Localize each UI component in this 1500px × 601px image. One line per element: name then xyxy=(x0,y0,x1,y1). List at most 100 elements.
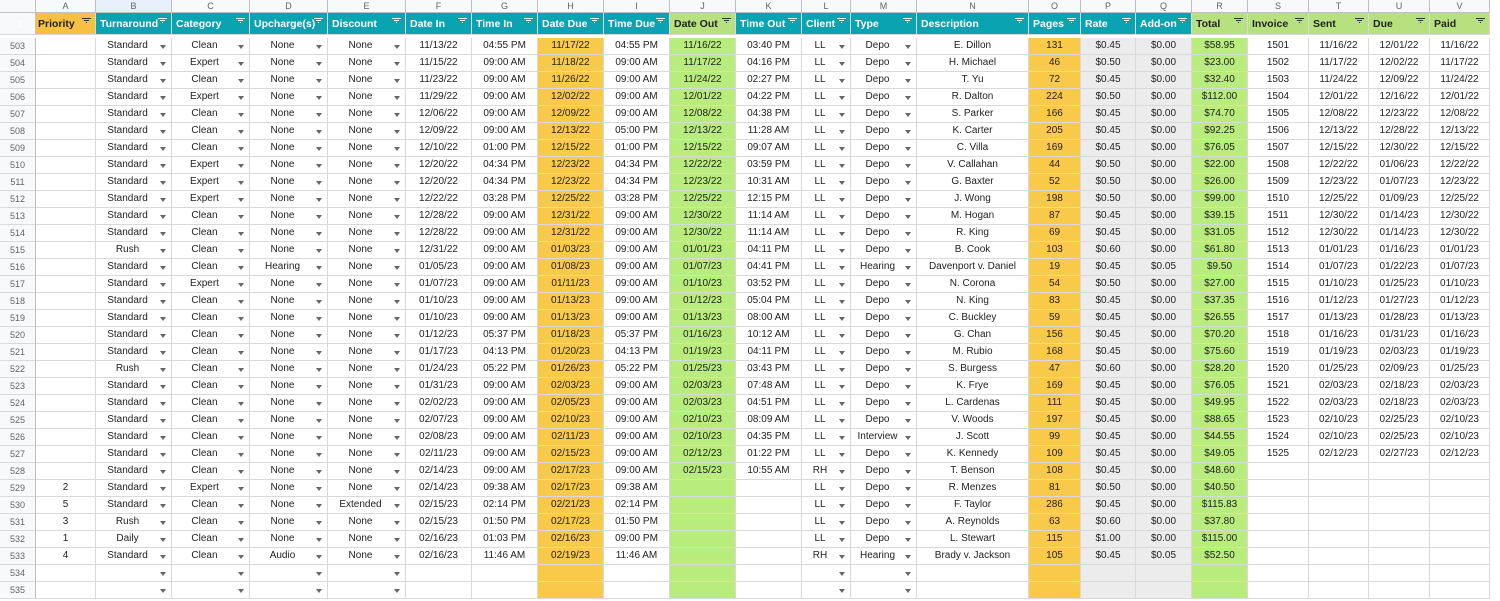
cell-add-on[interactable]: $0.00 xyxy=(1136,293,1192,310)
cell-invoice[interactable]: 1521 xyxy=(1248,378,1309,395)
cell-time-due[interactable]: 09:00 AM xyxy=(604,395,670,412)
cell-time-in[interactable]: 09:00 AM xyxy=(472,72,538,89)
cell-turnaround[interactable]: Standard xyxy=(96,191,172,208)
cell-time-out[interactable]: 11:28 AM xyxy=(736,123,802,140)
cell-time-due[interactable]: 09:00 AM xyxy=(604,72,670,89)
cell-time-out[interactable]: 03:52 PM xyxy=(736,276,802,293)
cell-time-due[interactable]: 09:00 AM xyxy=(604,276,670,293)
chevron-down-icon[interactable] xyxy=(394,113,400,117)
filter-icon[interactable] xyxy=(82,18,91,25)
cell-priority[interactable] xyxy=(36,89,96,106)
cell-total[interactable]: $32.40 xyxy=(1192,72,1248,89)
chevron-down-icon[interactable] xyxy=(394,419,400,423)
chevron-down-icon[interactable] xyxy=(905,300,911,304)
cell-paid[interactable]: 01/16/23 xyxy=(1430,327,1490,344)
cell-upcharge-s[interactable]: None xyxy=(250,276,328,293)
cell-due[interactable] xyxy=(1369,565,1430,582)
cell-rate[interactable]: $1.00 xyxy=(1081,531,1136,548)
cell-paid[interactable]: 02/03/23 xyxy=(1430,395,1490,412)
cell-add-on[interactable]: $0.00 xyxy=(1136,412,1192,429)
cell-invoice[interactable]: 1508 xyxy=(1248,157,1309,174)
cell-date-due[interactable]: 12/09/22 xyxy=(538,106,604,123)
cell-category[interactable]: Clean xyxy=(172,106,250,123)
cell-upcharge-s[interactable]: None xyxy=(250,412,328,429)
cell-time-out[interactable] xyxy=(736,531,802,548)
cell-time-due[interactable]: 09:00 AM xyxy=(604,89,670,106)
cell-time-out[interactable]: 04:11 PM xyxy=(736,344,802,361)
cell-total[interactable]: $52.50 xyxy=(1192,548,1248,565)
cell-date-out[interactable] xyxy=(670,514,736,531)
row-number-1[interactable]: 1 xyxy=(0,13,36,35)
header-discount[interactable]: Discount xyxy=(328,13,406,35)
cell-date-in[interactable] xyxy=(406,565,472,582)
cell-rate[interactable]: $0.50 xyxy=(1081,55,1136,72)
cell-total[interactable]: $44.55 xyxy=(1192,429,1248,446)
cell-paid[interactable]: 11/24/22 xyxy=(1430,72,1490,89)
cell-type[interactable]: Depo xyxy=(851,38,917,55)
cell-total[interactable]: $39.15 xyxy=(1192,208,1248,225)
cell-time-out[interactable]: 04:38 PM xyxy=(736,106,802,123)
cell-rate[interactable]: $0.45 xyxy=(1081,225,1136,242)
chevron-down-icon[interactable] xyxy=(160,453,166,457)
header-add-on[interactable]: Add-on xyxy=(1136,13,1192,35)
cell-category[interactable] xyxy=(172,565,250,582)
cell-invoice[interactable] xyxy=(1248,548,1309,565)
cell-upcharge-s[interactable]: None xyxy=(250,429,328,446)
chevron-down-icon[interactable] xyxy=(160,62,166,66)
cell-date-out[interactable]: 02/15/23 xyxy=(670,463,736,480)
cell-priority[interactable] xyxy=(36,106,96,123)
chevron-down-icon[interactable] xyxy=(905,504,911,508)
chevron-down-icon[interactable] xyxy=(905,62,911,66)
cell-category[interactable]: Expert xyxy=(172,55,250,72)
cell-total[interactable]: $28.20 xyxy=(1192,361,1248,378)
cell-turnaround[interactable]: Rush xyxy=(96,242,172,259)
cell-discount[interactable]: None xyxy=(328,548,406,565)
row-number[interactable]: 528 xyxy=(0,463,36,480)
cell-invoice[interactable] xyxy=(1248,480,1309,497)
chevron-down-icon[interactable] xyxy=(839,453,845,457)
cell-date-out[interactable]: 01/10/23 xyxy=(670,276,736,293)
cell-time-in[interactable] xyxy=(472,565,538,582)
cell-sent[interactable]: 02/10/23 xyxy=(1309,429,1369,446)
cell-priority[interactable] xyxy=(36,310,96,327)
cell-paid[interactable]: 12/15/22 xyxy=(1430,140,1490,157)
cell-invoice[interactable]: 1520 xyxy=(1248,361,1309,378)
filter-icon[interactable] xyxy=(1295,18,1304,25)
cell-paid[interactable]: 02/10/23 xyxy=(1430,412,1490,429)
cell-client[interactable]: LL xyxy=(802,191,851,208)
filter-icon[interactable] xyxy=(1234,18,1243,25)
cell-time-out[interactable] xyxy=(736,514,802,531)
cell-type[interactable]: Depo xyxy=(851,174,917,191)
cell-time-out[interactable]: 10:31 AM xyxy=(736,174,802,191)
cell-time-due[interactable]: 04:34 PM xyxy=(604,174,670,191)
header-pages[interactable]: Pages xyxy=(1029,13,1081,35)
cell-paid[interactable]: 01/12/23 xyxy=(1430,293,1490,310)
chevron-down-icon[interactable] xyxy=(238,181,244,185)
cell-add-on[interactable]: $0.00 xyxy=(1136,480,1192,497)
row-number[interactable]: 515 xyxy=(0,242,36,259)
chevron-down-icon[interactable] xyxy=(905,164,911,168)
cell-date-out[interactable]: 01/07/23 xyxy=(670,259,736,276)
chevron-down-icon[interactable] xyxy=(160,45,166,49)
cell-due[interactable]: 01/07/23 xyxy=(1369,174,1430,191)
chevron-down-icon[interactable] xyxy=(394,96,400,100)
cell-discount[interactable]: None xyxy=(328,106,406,123)
cell-category[interactable]: Clean xyxy=(172,514,250,531)
cell-client[interactable]: LL xyxy=(802,293,851,310)
chevron-down-icon[interactable] xyxy=(238,62,244,66)
chevron-down-icon[interactable] xyxy=(238,45,244,49)
cell-rate[interactable]: $0.45 xyxy=(1081,429,1136,446)
cell-type[interactable]: Depo xyxy=(851,344,917,361)
header-sent[interactable]: Sent xyxy=(1309,13,1369,35)
row-number[interactable]: 532 xyxy=(0,531,36,548)
cell-invoice[interactable] xyxy=(1248,463,1309,480)
cell-sent[interactable]: 01/12/23 xyxy=(1309,293,1369,310)
header-client[interactable]: Client xyxy=(802,13,851,35)
chevron-down-icon[interactable] xyxy=(839,402,845,406)
cell-pages[interactable]: 54 xyxy=(1029,276,1081,293)
chevron-down-icon[interactable] xyxy=(238,385,244,389)
chevron-down-icon[interactable] xyxy=(905,317,911,321)
chevron-down-icon[interactable] xyxy=(394,198,400,202)
cell-discount[interactable]: None xyxy=(328,242,406,259)
cell-paid[interactable]: 01/25/23 xyxy=(1430,361,1490,378)
